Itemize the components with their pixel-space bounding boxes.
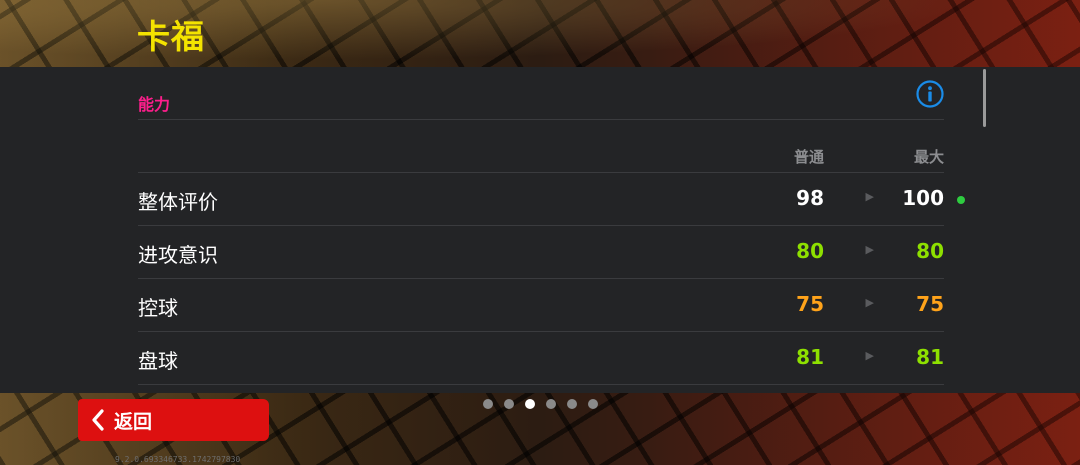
page-dot[interactable]: [504, 399, 514, 409]
stat-label: 进攻意识: [138, 243, 218, 267]
stat-max-value: 81: [916, 345, 944, 369]
column-header-max: 最大: [913, 148, 944, 166]
stat-row: 盘球 81 ▶ 81: [138, 332, 944, 385]
section-title: 能力: [138, 95, 171, 114]
stat-row: 进攻意识 80 ▶ 80: [138, 226, 944, 279]
stat-normal-value: 80: [796, 239, 824, 263]
section-header: 能力: [138, 67, 944, 120]
status-dot: [957, 196, 965, 204]
player-name-title: 卡福: [137, 17, 205, 56]
back-button[interactable]: 返回: [78, 399, 269, 441]
version-text: 9.2.0.693346733.1742797830: [115, 455, 241, 464]
stat-row: 控球 75 ▶ 75: [138, 279, 944, 332]
back-button-label: 返回: [114, 411, 153, 433]
page-dot[interactable]: [546, 399, 556, 409]
stat-max-value: 100: [902, 186, 944, 210]
stat-max-value: 80: [916, 239, 944, 263]
stat-normal-value: 98: [796, 186, 824, 210]
arrow-right-icon: ▶: [865, 296, 874, 309]
page-dot[interactable]: [588, 399, 598, 409]
stats-list: 整体评价 98 ▶ 100 进攻意识 80 ▶ 80 控球 75 ▶ 75 盘球…: [138, 173, 965, 385]
arrow-right-icon: ▶: [865, 349, 874, 362]
stat-label: 控球: [138, 296, 178, 320]
ability-panel: 能力 普通 最大 整体评价 98 ▶ 100 进攻意识 80 ▶ 80 控球 7…: [0, 67, 1080, 393]
page-dot[interactable]: [525, 399, 535, 409]
column-headers: 普通 最大: [138, 120, 944, 173]
page-indicator: [483, 399, 598, 409]
scrollbar[interactable]: [983, 69, 986, 127]
app-screen: 卡福 能力 普通 最大 整体评价 98 ▶ 100 进攻意识 80 ▶ 80 控…: [0, 0, 1080, 465]
column-header-normal: 普通: [793, 148, 824, 166]
stat-normal-value: 75: [796, 292, 824, 316]
stat-label: 整体评价: [138, 190, 218, 214]
arrow-right-icon: ▶: [865, 190, 874, 203]
stat-max-value: 75: [916, 292, 944, 316]
stat-normal-value: 81: [796, 345, 824, 369]
chevron-left-icon: [92, 409, 104, 431]
stat-row: 整体评价 98 ▶ 100: [138, 173, 965, 226]
page-dot[interactable]: [483, 399, 493, 409]
info-circle-icon[interactable]: [916, 80, 944, 108]
arrow-right-icon: ▶: [865, 243, 874, 256]
stat-label: 盘球: [138, 349, 178, 373]
page-dot[interactable]: [567, 399, 577, 409]
